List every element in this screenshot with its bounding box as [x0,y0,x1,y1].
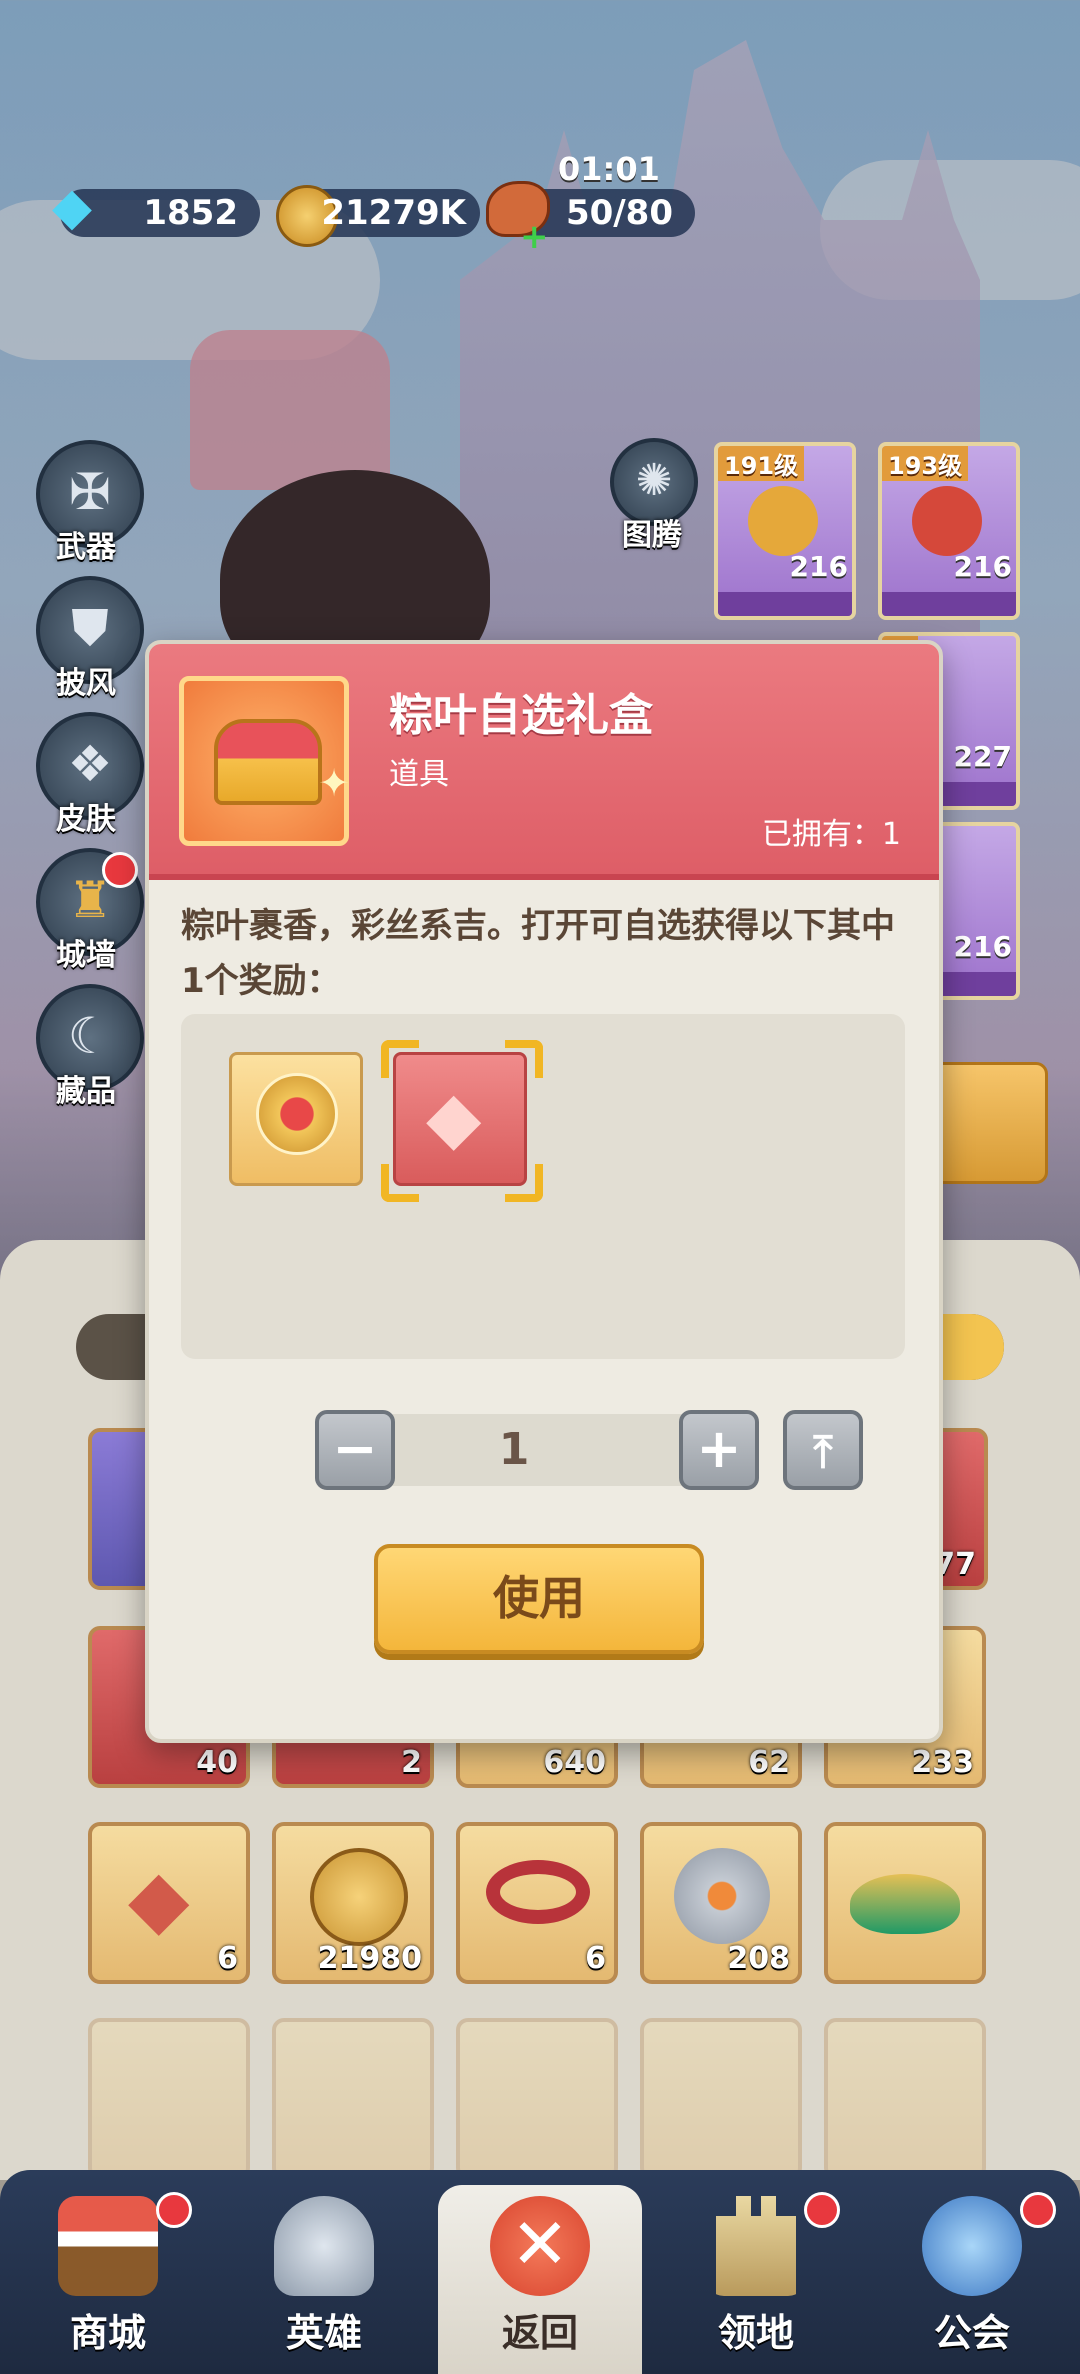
sparkle-icon: ✦ [318,761,350,805]
inventory-slot[interactable]: ◆ 6 [88,1822,250,1984]
side-wall-label: 城墙 [56,938,116,973]
selection-corner [505,1164,543,1202]
hero-card-level: 191级 [718,446,805,481]
hero-card-level: 193级 [882,446,969,481]
hero-card-icon [912,486,982,556]
reward-option[interactable] [229,1052,363,1186]
nav-heroes-label: 英雄 [285,2311,362,2355]
inventory-slot[interactable] [456,2018,618,2180]
nav-heroes[interactable]: 英雄 [216,2170,432,2374]
inventory-slot-count: 21980 [317,1941,422,1976]
inventory-slot[interactable] [824,1822,986,1984]
orange-side-button[interactable] [930,1062,1048,1184]
inventory-slot-count: 6 [585,1941,606,1976]
inventory-slot-count: 208 [727,1941,790,1976]
decrease-button[interactable]: − [315,1410,395,1490]
fox-coin-icon [310,1848,408,1946]
nav-shop-label: 商城 [69,2311,146,2355]
inventory-slot-count: 233 [911,1745,974,1780]
side-skin-label: 皮肤 [56,802,116,837]
inventory-slot-count: 640 [543,1745,606,1780]
inventory-slot[interactable] [640,2018,802,2180]
reward-options: ◆ [181,1014,905,1359]
inventory-slot-count: 2 [401,1745,422,1780]
inventory-slot[interactable] [88,2018,250,2180]
stamina-add-icon: + [520,217,549,257]
collar-icon [486,1860,590,1924]
gem-icon: ◆ [52,177,92,237]
side-weapon-label: 武器 [56,530,116,565]
nav-shop-badge [156,2192,192,2228]
item-detail-modal: ✦ 粽叶自选礼盒 道具 已拥有：1 粽叶裹香，彩丝系吉。打开可自选获得以下其中1… [145,640,943,1743]
side-collection-label: 藏品 [56,1074,116,1109]
inventory-slot[interactable]: 6 [456,1822,618,1984]
gems-value: 1852 [143,193,238,233]
gold-value: 21279K [321,193,466,233]
hero-card-dots [882,592,1016,616]
max-button[interactable]: ⤒ [783,1410,863,1490]
stamina-timer: 01:01 [558,150,660,188]
inventory-slot-count: 6 [217,1941,238,1976]
shop-icon [58,2196,158,2296]
hero-card[interactable]: 191级 216 [714,442,856,620]
nav-guild-badge [1020,2192,1056,2228]
item-icon-frame: ✦ [179,676,350,846]
wall-notification-badge [102,852,138,888]
owned-count: 已拥有：1 [761,817,901,852]
increase-button[interactable]: + [679,1410,759,1490]
magic-lamp-icon [850,1874,960,1934]
inventory-slot-count: 40 [196,1745,238,1780]
item-type: 道具 [389,757,449,792]
hero-card-dots [718,592,852,616]
hero-card[interactable]: 193级 216 [878,442,1020,620]
inventory-slot[interactable]: 208 [640,1822,802,1984]
side-cape-label: 披风 [56,666,116,701]
winged-crystal-icon: ◆ [426,1075,482,1159]
selection-corner [381,1040,419,1078]
hero-card-power: 216 [953,550,1012,583]
medal-icon [256,1073,338,1155]
selection-corner [381,1164,419,1202]
hero-card-power: 216 [789,550,848,583]
inventory-slot-count: 62 [748,1745,790,1780]
nav-territory-label: 领地 [717,2311,794,2355]
arrow-up-max-icon: ⤒ [813,1427,833,1478]
minus-icon: − [332,1417,378,1480]
gems-counter[interactable]: ◆ 1852 [52,181,260,237]
plus-icon: + [696,1417,742,1480]
side-menu: ✠ 武器 ⛊ 披风 ❖ 皮肤 ♜ 城墙 ☾ 藏品 [30,440,150,1120]
treasure-chest-icon [214,719,322,805]
guild-planet-icon [922,2196,1022,2296]
totem-label: 图腾 [622,518,682,553]
selection-corner [505,1040,543,1078]
close-icon: ✕ [490,2196,590,2296]
nav-back-label: 返回 [501,2311,578,2355]
stamina-value: 50/80 [565,193,673,233]
stamina-counter[interactable]: + 50/80 [486,181,695,257]
helmet-icon [274,2196,374,2296]
modal-header: ✦ 粽叶自选礼盒 道具 已拥有：1 [149,644,939,880]
gear-stone-icon [674,1848,770,1944]
totem-icon: ✺ [635,455,673,506]
gold-counter[interactable]: 21279K [276,185,480,247]
use-button[interactable]: 使用 [374,1544,704,1654]
inventory-slot[interactable] [824,2018,986,2180]
item-title: 粽叶自选礼盒 [389,690,653,741]
item-description: 粽叶裹香，彩丝系吉。打开可自选获得以下其中1个奖励： [181,906,895,1001]
inventory-slot[interactable]: 21980 [272,1822,434,1984]
red-crystal-icon: ◆ [128,1852,190,1945]
nav-territory-badge [804,2192,840,2228]
hero-card-power: 227 [953,740,1012,773]
nav-guild-label: 公会 [933,2311,1010,2355]
hero-card-icon [748,486,818,556]
hero-card-power: 216 [953,930,1012,963]
nav-back[interactable]: ✕ 返回 [432,2170,648,2374]
territory-icon [716,2196,796,2296]
inventory-slot[interactable] [272,2018,434,2180]
